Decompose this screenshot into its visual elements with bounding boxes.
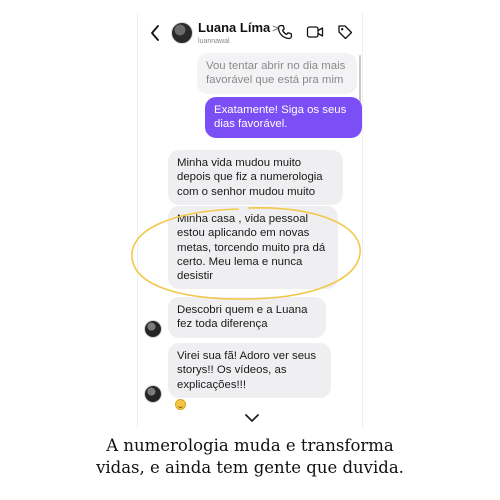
phone-icon[interactable] <box>276 23 294 41</box>
reply-indicator <box>359 55 361 103</box>
caption-line-2: vidas, e ainda tem gente que duvida. <box>96 458 404 477</box>
scroll-down-button[interactable] <box>240 408 264 428</box>
contact-avatar[interactable] <box>171 22 193 44</box>
sender-avatar <box>144 385 162 403</box>
message-incoming-4: Virei sua fã! Adoro ver seus storys!! Os… <box>168 343 331 398</box>
message-incoming-3: Descobri quem e a Luana fez toda diferen… <box>168 297 326 338</box>
caption-line-1: A numerologia muda e transforma <box>106 436 394 455</box>
message-outgoing: Exatamente! Siga os seus dias favorável. <box>205 97 362 138</box>
message-incoming-1: Minha vida mudou muito depois que fiz a … <box>168 150 343 205</box>
chat-screenshot: Luana Líma > luannawal Vou tentar abrir n… <box>137 13 363 428</box>
reaction-emoji-icon <box>175 399 186 410</box>
sender-avatar <box>144 320 162 338</box>
contact-title[interactable]: Luana Líma > luannawal <box>198 20 279 47</box>
caption: A numerologia muda e transforma vidas, e… <box>0 435 500 479</box>
contact-name: Luana Líma <box>198 20 271 35</box>
chat-header: Luana Líma > luannawal <box>138 13 362 53</box>
contact-username: luannawal <box>198 38 230 45</box>
header-actions <box>276 23 354 41</box>
message-quoted: Vou tentar abrir no dia mais favorável q… <box>197 53 357 94</box>
back-icon[interactable] <box>146 22 164 44</box>
tag-icon[interactable] <box>336 23 354 41</box>
video-icon[interactable] <box>306 23 324 41</box>
message-incoming-2: Minha casa , vida pessoal estou aplicand… <box>168 206 338 290</box>
